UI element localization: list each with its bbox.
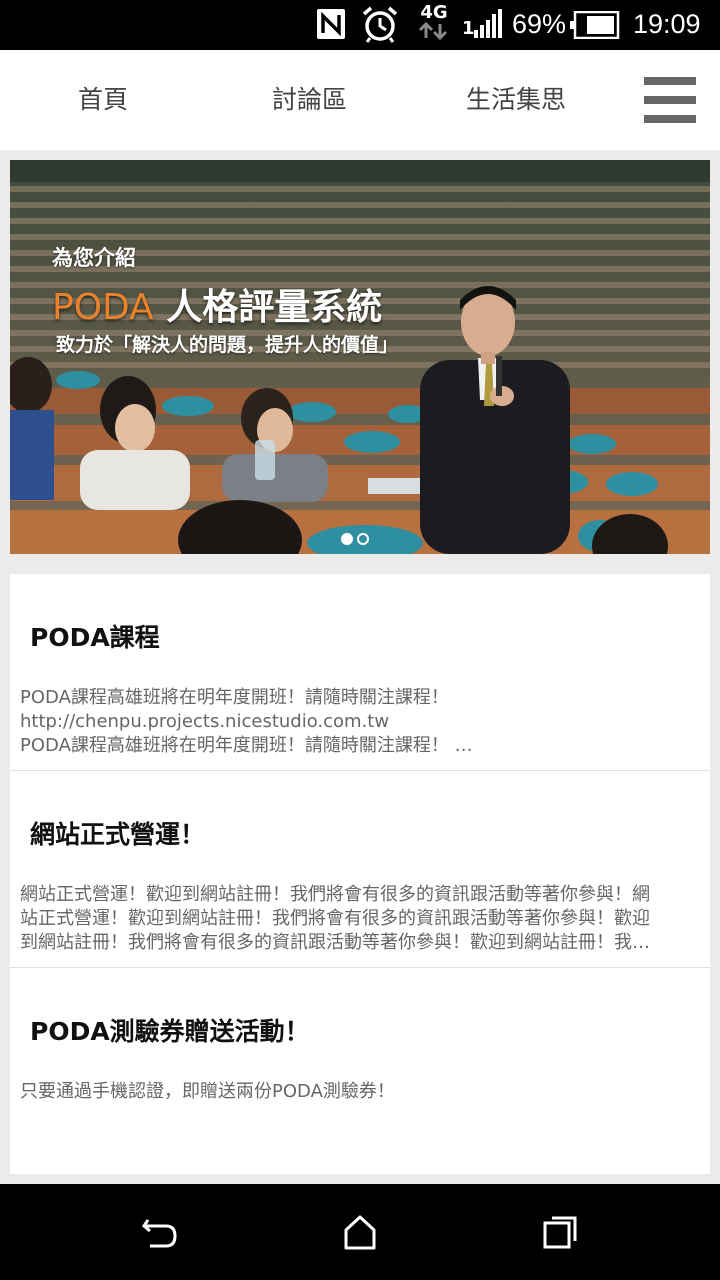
clock: 19:09: [633, 9, 701, 39]
carousel-dot-1[interactable]: [341, 533, 353, 545]
carousel-dot-2[interactable]: [357, 533, 369, 545]
status-bar: 4G 1 69% 19:09: [0, 0, 720, 50]
recents-icon[interactable]: [540, 1214, 580, 1250]
back-icon[interactable]: [140, 1214, 180, 1250]
signal-icon: 1: [462, 8, 504, 40]
nfc-icon: [317, 9, 345, 39]
news-list: PODA課程 PODA課程高雄班將在明年度開班！請隨時關注課程！ http://…: [10, 574, 710, 1174]
carousel-indicator: [341, 530, 373, 545]
news-title: 網站正式營運！: [30, 820, 206, 849]
battery-percentage: 69%: [512, 9, 567, 39]
news-item[interactable]: PODA測驗券贈送活動！ 只要通過手機認證，即贈送兩份PODA測驗券！: [10, 968, 710, 1165]
banner-title-rest: 人格評量系統: [153, 287, 383, 328]
banner-carousel[interactable]: 為您介紹 PODA 人格評量系統 致力於「解決人的問題，提升人的價值」: [10, 160, 710, 554]
news-item[interactable]: PODA課程 PODA課程高雄班將在明年度開班！請隨時關注課程！ http://…: [10, 574, 710, 771]
news-excerpt: PODA課程高雄班將在明年度開班！請隨時關注課程！ http://chenpu.…: [20, 687, 473, 756]
news-excerpt: 只要通過手機認證，即贈送兩份PODA測驗券！: [20, 1081, 395, 1102]
banner-tagline: 致力於「解決人的問題，提升人的價值」: [56, 334, 399, 356]
battery-icon: [570, 11, 620, 39]
network-4g-icon: 4G: [416, 4, 452, 42]
news-title: PODA測驗券贈送活動！: [30, 1017, 310, 1046]
news-excerpt: 網站正式營運！歡迎到網站註冊！我們將會有很多的資訊跟活動等著你參與！網 站正式營…: [20, 884, 650, 953]
alarm-icon: [362, 6, 398, 43]
system-nav-bar: [0, 1184, 720, 1280]
tab-life-ideas[interactable]: 生活集思: [466, 80, 566, 120]
tab-forum[interactable]: 討論區: [272, 80, 347, 120]
home-icon[interactable]: [340, 1214, 380, 1250]
banner-title-accent: PODA: [52, 287, 154, 328]
top-nav: 首頁 討論區 生活集思: [0, 50, 720, 150]
banner-subtitle: 為您介紹: [52, 246, 136, 270]
banner-photo: [10, 160, 710, 554]
hamburger-menu-icon[interactable]: [640, 74, 696, 126]
news-title: PODA課程: [30, 623, 160, 652]
banner-title: PODA 人格評量系統: [52, 278, 382, 330]
news-item[interactable]: 網站正式營運！ 網站正式營運！歡迎到網站註冊！我們將會有很多的資訊跟活動等著你參…: [10, 771, 710, 968]
tab-home[interactable]: 首頁: [78, 80, 128, 120]
